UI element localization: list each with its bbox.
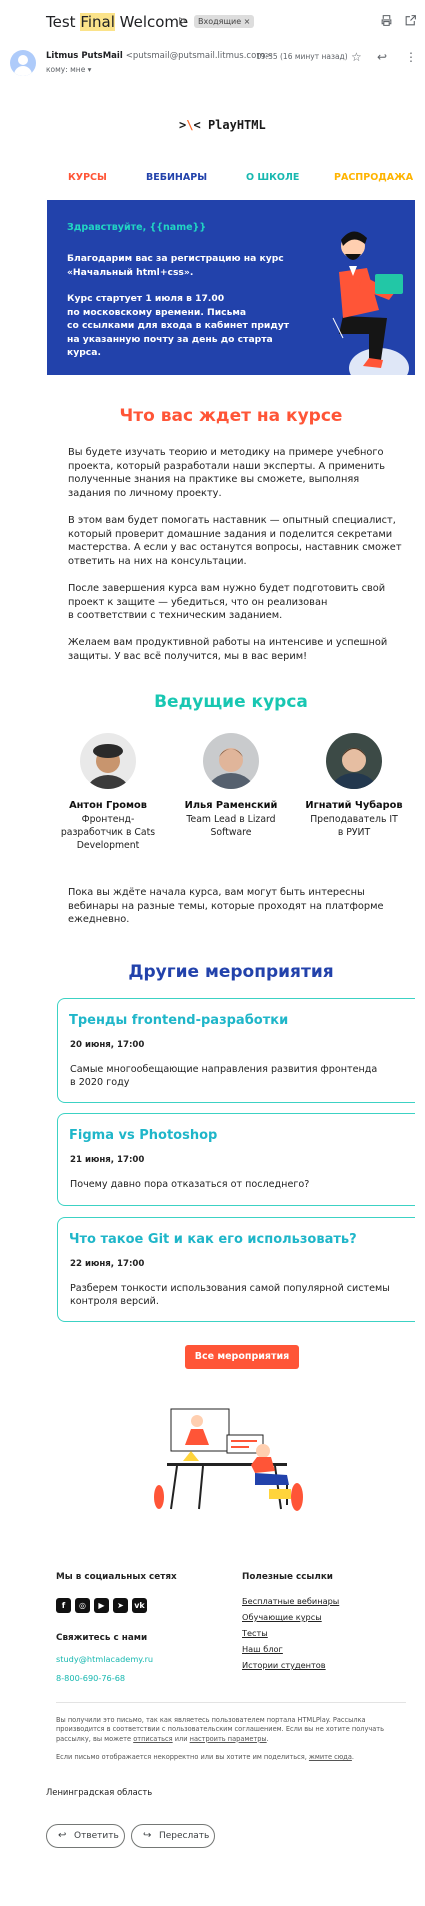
link-courses[interactable]: Обучающие курсы [242, 1612, 322, 1622]
sent-time: 19:35 (16 минут назад) [256, 52, 348, 61]
event-date: 20 июня, 17:00 [70, 1040, 145, 1050]
legal-text: Вы получили это письмо, так как являетес… [56, 1716, 385, 1743]
event-title[interactable]: Что такое Git и как его использовать? [69, 1232, 357, 1247]
event-title[interactable]: Тренды frontend-разработки [69, 1013, 288, 1028]
course-title: Что вас ждет на курсе [119, 406, 343, 426]
telegram-icon[interactable]: ➤ [113, 1598, 128, 1613]
mentors-title: Ведущие курса [154, 692, 308, 712]
mentor-role: Фронтенд- разработчик в Cats Development [60, 814, 156, 851]
star-icon[interactable]: ☆ [351, 50, 362, 64]
event-card[interactable]: Тренды frontend-разработки 20 июня, 17:0… [57, 998, 415, 1103]
footer-divider [56, 1702, 406, 1703]
nav-sale[interactable]: РАСПРОДАЖА [334, 172, 413, 183]
more-options-icon[interactable]: ⋮ [405, 50, 417, 64]
importance-icon[interactable]: ᐅ [178, 15, 186, 28]
footer-illustration [154, 1408, 303, 1511]
print-icon[interactable] [379, 14, 393, 28]
mentor-role: Team Lead в Lizard Software [186, 814, 276, 838]
useful-links-title: Полезные ссылки [242, 1572, 333, 1582]
course-paragraph-1: Вы будете изучать теорию и методику на п… [68, 447, 386, 499]
reply-icon: ↩ [58, 1830, 67, 1841]
hero-text-registration: Благодарим вас за регистрацию на курс «Н… [67, 253, 284, 278]
reply-icon[interactable]: ↩ [377, 50, 387, 64]
event-card[interactable]: Что такое Git и как его использовать? 22… [57, 1217, 415, 1322]
event-date: 22 июня, 17:00 [70, 1259, 145, 1269]
event-title[interactable]: Figma vs Photoshop [69, 1128, 217, 1143]
open-new-window-icon[interactable] [403, 14, 417, 28]
web-version-link[interactable]: жмите сюда [309, 1753, 352, 1761]
event-date: 21 июня, 17:00 [70, 1155, 145, 1165]
webinars-intro: Пока вы ждёте начала курса, вам могут бы… [68, 887, 384, 926]
social-title: Мы в социальных сетях [56, 1572, 177, 1582]
mentor-photo [80, 733, 136, 789]
vk-icon[interactable]: vk [132, 1598, 147, 1613]
email-subject: Test Final Welcome [46, 13, 189, 31]
event-description: Почему давно пора отказаться от последне… [70, 1179, 310, 1190]
mentor-card: Илья Раменский Team Lead в Lizard Softwa… [170, 733, 292, 839]
nav-about[interactable]: О ШКОЛЕ [246, 172, 299, 183]
contact-phone[interactable]: 8-800-690-76-68 [56, 1673, 125, 1683]
hero-banner: Здравствуйте, {{name}} Благодарим вас за… [47, 200, 415, 375]
mentor-card: Игнатий Чубаров Преподаватель IT в РУИТ [293, 733, 415, 839]
hero-text-start: Курс стартует 1 июля в 17.00 по московск… [67, 293, 290, 358]
link-blog[interactable]: Наш блог [242, 1644, 283, 1654]
nav-courses[interactable]: КУРСЫ [68, 172, 107, 183]
event-card[interactable]: Figma vs Photoshop 21 июня, 17:00 Почему… [57, 1113, 415, 1206]
avatar[interactable] [10, 50, 36, 76]
nav-webinars[interactable]: ВЕБИНАРЫ [146, 172, 207, 183]
mentor-card: Антон Громов Фронтенд- разработчик в Cat… [47, 733, 169, 852]
subject-row: Test Final Welcome ᐅ Входящие × [0, 0, 425, 44]
contact-email[interactable]: study@htmlacademy.ru [56, 1654, 153, 1664]
sender-name: Litmus PutsMail <putsmail@putsmail.litmu… [46, 51, 272, 61]
course-paragraph-4: Желаем вам продуктивной работы на интенс… [68, 637, 388, 662]
youtube-icon[interactable]: ▶ [94, 1598, 109, 1613]
hero-greeting: Здравствуйте, {{name}} [67, 222, 207, 233]
course-paragraph-2: В этом вам будет помогать наставник — оп… [68, 515, 402, 567]
sender-address: Ленинградская область [46, 1787, 153, 1797]
events-title: Другие мероприятия [128, 962, 334, 982]
mentor-photo [203, 733, 259, 789]
course-paragraph-3: После завершения курса вам нужно будет п… [68, 583, 386, 622]
contact-title: Свяжитесь с нами [56, 1633, 148, 1643]
mentor-role: Преподаватель IT в РУИТ [310, 814, 398, 838]
mentor-name: Игнатий Чубаров [305, 800, 403, 811]
event-description: Самые многообещающие направления развити… [70, 1064, 378, 1088]
inbox-label-chip[interactable]: Входящие × [194, 15, 255, 28]
web-version-text: Если письмо отображается некорректно или… [56, 1753, 355, 1761]
link-tests[interactable]: Тесты [242, 1628, 268, 1638]
reply-button[interactable]: ↩ Ответить [46, 1824, 125, 1848]
link-free-webinars[interactable]: Бесплатные вебинары [242, 1596, 339, 1606]
forward-button[interactable]: ↪ Переслать [131, 1824, 215, 1848]
link-student-stories[interactable]: Истории студентов [242, 1660, 326, 1670]
all-events-button[interactable]: Все мероприятия [185, 1345, 299, 1369]
hero-illustration [332, 231, 409, 375]
forward-icon: ↪ [143, 1830, 152, 1841]
mentor-name: Антон Громов [69, 800, 147, 811]
unsubscribe-link[interactable]: отписаться [133, 1735, 172, 1743]
event-description: Разберем тонкости использования самой по… [70, 1283, 390, 1307]
mentor-name: Илья Раменский [184, 800, 278, 811]
playhtml-logo[interactable]: >\< PlayHTML [179, 118, 266, 136]
instagram-icon[interactable]: ◎ [75, 1598, 90, 1613]
facebook-icon[interactable]: f [56, 1598, 71, 1613]
settings-link[interactable]: настроить параметры [190, 1735, 267, 1743]
sender-row: Litmus PutsMail <putsmail@putsmail.litmu… [0, 46, 425, 82]
mentor-photo [326, 733, 382, 789]
recipient-dropdown[interactable]: кому: мне ▾ [46, 65, 91, 74]
